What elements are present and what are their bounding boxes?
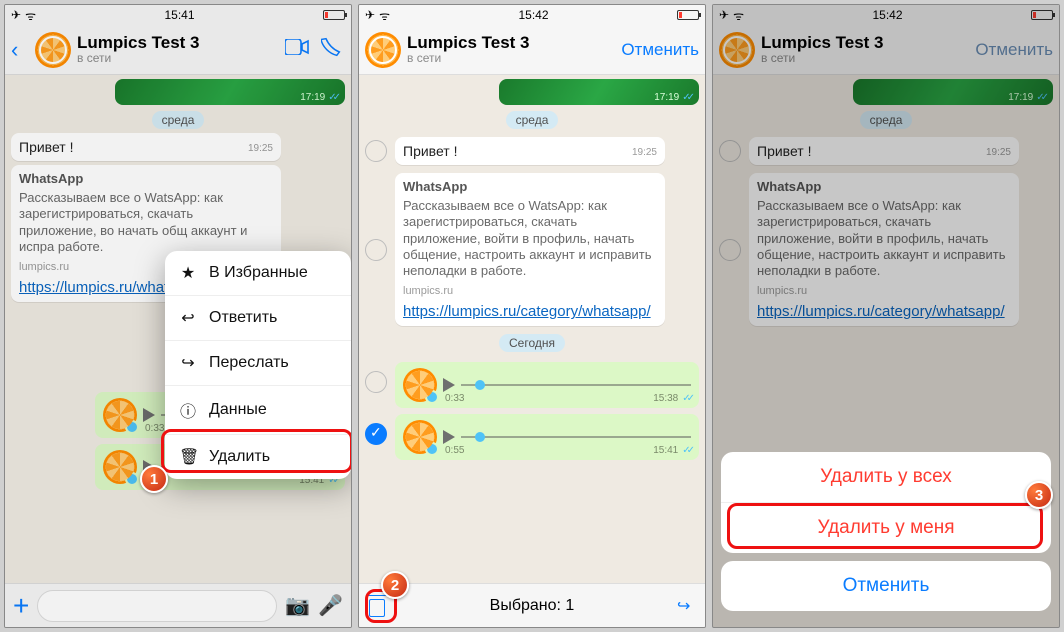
outgoing-image-msg[interactable]: 17:19 (499, 79, 699, 105)
menu-favorite[interactable]: ★В Избранные (165, 251, 351, 296)
edit-footer: Выбрано: 1 ↪ (359, 583, 705, 627)
incoming-link-msg[interactable]: WhatsApp Рассказываем все о WatsApp: как… (395, 173, 665, 326)
selectable-row[interactable]: 0:33 15:38 (365, 356, 699, 408)
select-circle[interactable] (365, 371, 387, 393)
forward-icon[interactable]: ↪ (677, 596, 697, 616)
step-badge-2: 2 (381, 571, 409, 599)
forward-icon: ↪ (179, 353, 197, 373)
incoming-text-msg[interactable]: Привет ! 19:25 (395, 137, 665, 165)
phone-1: ✈︎ᯤ 15:41 ‹ Lumpics Test 3 в сети 17:19 … (4, 4, 352, 628)
phone-3: ✈︎ᯤ 15:42 Lumpics Test 3 в сети Отменить… (712, 4, 1060, 628)
outgoing-audio-msg-2[interactable]: 0:55 15:41 (395, 414, 699, 460)
date-separator: среда (506, 111, 559, 129)
select-circle[interactable] (365, 140, 387, 162)
select-circle[interactable] (365, 239, 387, 261)
delete-for-me-button[interactable]: Удалить у меня (721, 503, 1051, 553)
avatar[interactable] (365, 32, 401, 68)
context-menu: ★В Избранные ↩Ответить ↪Переслать ⓘДанны… (165, 251, 351, 479)
step-badge-1: 1 (140, 465, 168, 493)
star-icon: ★ (179, 263, 197, 283)
step-badge-3: 3 (1025, 481, 1053, 509)
chat-name: Lumpics Test 3 (407, 34, 615, 53)
date-separator-today: Сегодня (499, 334, 565, 352)
selectable-row-selected[interactable]: 0:55 15:41 (365, 408, 699, 460)
selectable-row[interactable]: WhatsApp Рассказываем все о WatsApp: как… (365, 169, 699, 330)
menu-forward[interactable]: ↪Переслать (165, 341, 351, 386)
chat-presence: в сети (407, 52, 615, 65)
trash-icon[interactable] (367, 595, 387, 617)
link-url[interactable]: https://lumpics.ru/category/whatsapp/ (403, 303, 651, 320)
play-icon[interactable] (443, 430, 455, 444)
clock: 15:42 (519, 8, 549, 22)
trash-icon: 🗑 (179, 447, 197, 467)
cancel-button[interactable]: Отменить (621, 40, 699, 60)
outgoing-audio-msg-1[interactable]: 0:33 15:38 (395, 362, 699, 408)
select-circle-checked[interactable] (365, 423, 387, 445)
menu-info[interactable]: ⓘДанные (165, 386, 351, 435)
delete-for-all-button[interactable]: Удалить у всех (721, 452, 1051, 503)
phone-2: ✈︎ᯤ 15:42 Lumpics Test 3 в сети Отменить… (358, 4, 706, 628)
selection-count: Выбрано: 1 (395, 597, 669, 615)
selectable-row[interactable]: Привет ! 19:25 (365, 133, 699, 169)
sheet-cancel-button[interactable]: Отменить (721, 561, 1051, 611)
status-bar: ✈︎ᯤ 15:42 (359, 5, 705, 25)
battery-icon (677, 10, 699, 20)
action-sheet: Удалить у всех Удалить у меня Отменить (721, 452, 1051, 619)
play-icon[interactable] (443, 378, 455, 392)
chat-title-block[interactable]: Lumpics Test 3 в сети (407, 34, 615, 66)
menu-reply[interactable]: ↩Ответить (165, 296, 351, 341)
info-icon: ⓘ (179, 398, 197, 422)
chat-body: 17:19 среда Привет ! 19:25 WhatsApp Расс… (359, 75, 705, 583)
menu-delete[interactable]: 🗑Удалить (165, 435, 351, 479)
reply-icon: ↩ (179, 308, 197, 328)
read-ticks-icon (682, 92, 691, 103)
chat-header-edit: Lumpics Test 3 в сети Отменить (359, 25, 705, 75)
